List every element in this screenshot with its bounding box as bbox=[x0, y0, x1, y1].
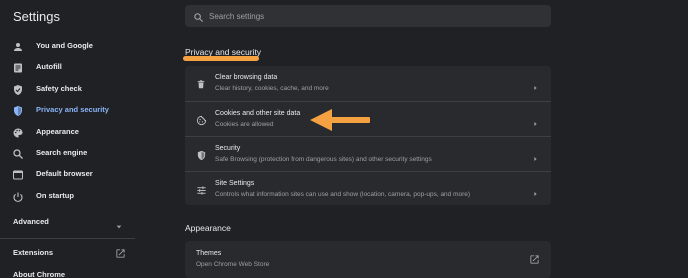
security-row[interactable]: Security Safe Browsing (protection from … bbox=[185, 136, 551, 171]
palette-icon bbox=[12, 126, 24, 138]
shield-icon bbox=[196, 148, 207, 166]
row-title: Themes bbox=[196, 250, 222, 257]
sidebar-divider bbox=[0, 238, 135, 239]
sidebar-item-label: Search engine bbox=[36, 148, 88, 157]
appearance-section-title: Appearance bbox=[185, 223, 231, 233]
sidebar-item-on-startup[interactable]: On startup bbox=[0, 186, 150, 206]
advanced-label: Advanced bbox=[13, 217, 49, 226]
row-subtitle: Clear history, cookies, cache, and more bbox=[215, 85, 329, 92]
top-bar: Settings bbox=[0, 0, 688, 32]
person-icon bbox=[12, 40, 24, 52]
search-icon bbox=[193, 10, 204, 28]
autofill-icon bbox=[12, 61, 24, 73]
about-label: About Chrome bbox=[13, 270, 66, 278]
site-settings-row[interactable]: Site Settings Controls what information … bbox=[185, 171, 551, 206]
sidebar: You and Google Autofill Safety check Pri… bbox=[0, 34, 150, 278]
row-subtitle: Controls what information sites can use … bbox=[215, 191, 471, 198]
sidebar-item-you-and-google[interactable]: You and Google bbox=[0, 36, 150, 56]
chevron-right-icon bbox=[532, 150, 539, 168]
chevron-down-icon bbox=[115, 218, 123, 236]
chevron-right-icon bbox=[532, 115, 539, 133]
row-subtitle: Cookies are allowed bbox=[215, 121, 274, 128]
extensions-label: Extensions bbox=[13, 248, 54, 257]
sidebar-item-label: Default browser bbox=[36, 169, 93, 178]
row-title: Security bbox=[215, 145, 241, 152]
search-icon bbox=[12, 147, 24, 159]
sidebar-item-autofill[interactable]: Autofill bbox=[0, 57, 150, 77]
annotation-arrow bbox=[310, 108, 372, 137]
cookie-icon bbox=[196, 113, 207, 131]
sidebar-item-privacy-and-security[interactable]: Privacy and security bbox=[0, 100, 150, 120]
sidebar-item-default-browser[interactable]: Default browser bbox=[0, 164, 150, 184]
sidebar-item-label: You and Google bbox=[36, 41, 93, 50]
row-title: Cookies and other site data bbox=[215, 110, 301, 117]
sidebar-item-search-engine[interactable]: Search engine bbox=[0, 143, 150, 163]
sidebar-item-extensions[interactable]: Extensions bbox=[0, 244, 135, 262]
trash-icon bbox=[196, 77, 206, 95]
sidebar-item-label: Autofill bbox=[36, 62, 62, 71]
clear-browsing-data-row[interactable]: Clear browsing data Clear history, cooki… bbox=[185, 66, 551, 101]
chevron-right-icon bbox=[532, 185, 539, 203]
sidebar-advanced-toggle[interactable]: Advanced bbox=[0, 212, 135, 232]
sidebar-item-safety-check[interactable]: Safety check bbox=[0, 79, 150, 99]
themes-row[interactable]: Themes Open Chrome Web Store bbox=[185, 241, 551, 278]
sidebar-item-label: Privacy and security bbox=[36, 105, 109, 114]
app-title: Settings bbox=[13, 9, 60, 24]
search-box[interactable] bbox=[185, 5, 551, 27]
sidebar-item-label: Appearance bbox=[36, 127, 79, 136]
shield-check-icon bbox=[12, 83, 24, 95]
sidebar-item-label: Safety check bbox=[36, 84, 82, 93]
external-link-icon bbox=[529, 252, 540, 270]
appearance-card: Themes Open Chrome Web Store bbox=[185, 241, 551, 278]
search-input[interactable] bbox=[209, 5, 539, 27]
shield-icon bbox=[12, 104, 24, 116]
row-subtitle: Safe Browsing (protection from dangerous… bbox=[215, 156, 432, 163]
external-link-icon bbox=[115, 246, 126, 264]
sidebar-item-appearance[interactable]: Appearance bbox=[0, 122, 150, 142]
row-title: Clear browsing data bbox=[215, 74, 278, 81]
browser-icon bbox=[12, 168, 24, 180]
power-icon bbox=[12, 190, 24, 202]
sidebar-item-about-chrome[interactable]: About Chrome bbox=[0, 267, 135, 278]
annotation-underline bbox=[183, 56, 259, 61]
chevron-right-icon bbox=[532, 79, 539, 97]
tune-icon bbox=[196, 183, 207, 201]
sidebar-item-label: On startup bbox=[36, 191, 74, 200]
row-subtitle: Open Chrome Web Store bbox=[196, 261, 270, 268]
row-title: Site Settings bbox=[215, 180, 255, 187]
